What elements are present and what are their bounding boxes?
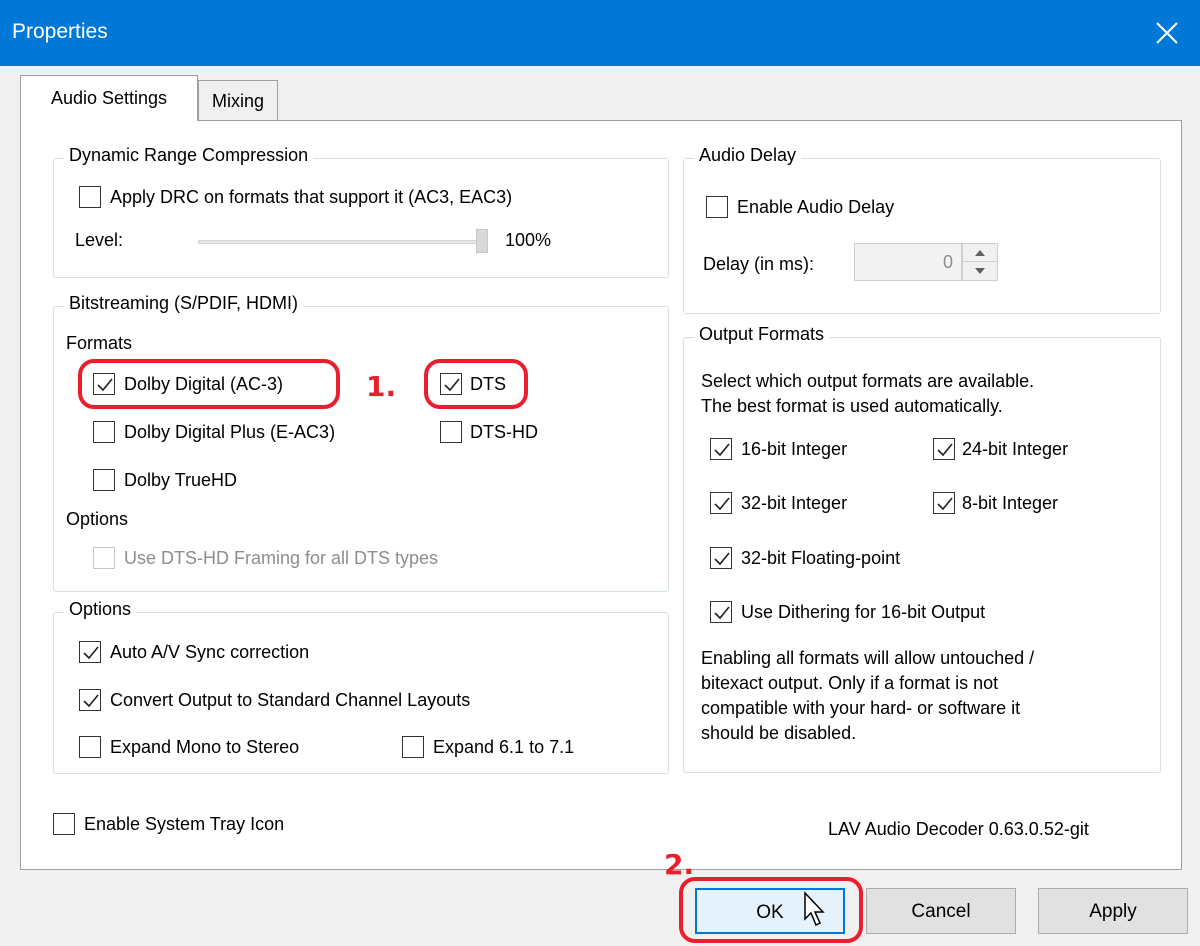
tray-icon-label: Enable System Tray Icon <box>84 814 285 834</box>
level-slider-thumb[interactable] <box>476 229 488 253</box>
chevron-down-icon <box>975 268 985 274</box>
checkmark-icon <box>714 443 730 457</box>
checkmark-icon <box>714 606 730 620</box>
8bit-label: 8-bit Integer <box>962 493 1059 513</box>
checkmark-icon <box>937 443 953 457</box>
convert-layout-checkbox[interactable] <box>79 689 101 711</box>
checkmark-icon <box>937 497 953 511</box>
dithering-label: Use Dithering for 16-bit Output <box>741 602 986 622</box>
dtshd-label: DTS-HD <box>470 422 538 442</box>
truehd-label: Dolby TrueHD <box>124 470 238 490</box>
delay-spinner[interactable] <box>962 243 998 281</box>
expand-61-label: Expand 6.1 to 7.1 <box>433 737 575 757</box>
delay-input[interactable]: 0 <box>854 243 962 281</box>
convert-layout-label: Convert Output to Standard Channel Layou… <box>110 690 471 710</box>
bitstreaming-legend: Bitstreaming (S/PDIF, HDMI) <box>64 293 304 314</box>
8bit-checkbox[interactable] <box>933 492 955 514</box>
bitstreaming-options-label: Options <box>66 509 129 529</box>
enable-delay-label: Enable Audio Delay <box>737 197 895 217</box>
version-label: LAV Audio Decoder 0.63.0.52-git <box>828 819 1089 839</box>
output-formats-legend: Output Formats <box>694 324 830 345</box>
drc-legend: Dynamic Range Compression <box>64 145 314 166</box>
checkmark-icon <box>83 694 99 708</box>
expand-61-checkbox[interactable] <box>402 736 424 758</box>
annotation-highlight-ok <box>679 877 863 943</box>
tray-icon-checkbox[interactable] <box>53 813 75 835</box>
dithering-checkbox[interactable] <box>710 601 732 623</box>
checkmark-icon <box>714 552 730 566</box>
output-note-line2: bitexact output. Only if a format is not <box>701 673 999 693</box>
level-value: 100% <box>505 230 552 250</box>
expand-mono-label: Expand Mono to Stereo <box>110 737 300 757</box>
level-label: Level: <box>75 230 124 250</box>
24bit-label: 24-bit Integer <box>962 439 1069 459</box>
close-icon <box>1156 22 1178 44</box>
drc-label: Apply DRC on formats that support it (AC… <box>110 187 513 207</box>
enable-delay-checkbox[interactable] <box>706 196 728 218</box>
output-note-line4: should be disabled. <box>701 723 857 743</box>
dtshd-framing-label: Use DTS-HD Framing for all DTS types <box>124 548 439 568</box>
tab-mixing[interactable]: Mixing <box>198 80 278 121</box>
truehd-checkbox[interactable] <box>93 469 115 491</box>
32bit-float-checkbox[interactable] <box>710 547 732 569</box>
eac3-checkbox[interactable] <box>93 421 115 443</box>
drc-checkbox[interactable] <box>79 186 101 208</box>
tab-audio-settings[interactable]: Audio Settings <box>20 75 198 121</box>
drc-group: Dynamic Range Compression <box>53 145 669 278</box>
16bit-checkbox[interactable] <box>710 438 732 460</box>
annotation-highlight-ac3 <box>78 359 340 409</box>
expand-mono-checkbox[interactable] <box>79 736 101 758</box>
window-title: Properties <box>12 20 108 43</box>
24bit-checkbox[interactable] <box>933 438 955 460</box>
spin-up-button[interactable] <box>963 244 997 262</box>
32bit-checkbox[interactable] <box>710 492 732 514</box>
output-note-line3: compatible with your hard- or software i… <box>701 698 1021 718</box>
output-desc-line2: The best format is used automatically. <box>701 396 1003 416</box>
title-bar: Properties <box>0 0 1200 66</box>
cancel-button[interactable]: Cancel <box>866 888 1016 934</box>
annotation-highlight-dts <box>424 359 528 409</box>
dtshd-framing-checkbox <box>93 547 115 569</box>
annotation-step-1: 1. <box>366 370 397 403</box>
av-sync-checkbox[interactable] <box>79 641 101 663</box>
chevron-up-icon <box>975 250 985 256</box>
checkmark-icon <box>83 646 99 660</box>
delay-label: Delay (in ms): <box>703 254 815 274</box>
apply-button[interactable]: Apply <box>1038 888 1188 934</box>
av-sync-label: Auto A/V Sync correction <box>110 642 310 662</box>
audio-delay-group: Audio Delay <box>683 145 1161 314</box>
spin-down-button[interactable] <box>963 262 997 280</box>
audio-delay-legend: Audio Delay <box>694 145 802 166</box>
16bit-label: 16-bit Integer <box>741 439 848 459</box>
output-desc-line1: Select which output formats are availabl… <box>701 371 1035 391</box>
annotation-step-2: 2. <box>664 848 695 881</box>
options-legend: Options <box>64 599 137 620</box>
output-note-line1: Enabling all formats will allow untouche… <box>701 648 1035 668</box>
eac3-label: Dolby Digital Plus (E-AC3) <box>124 422 336 442</box>
checkmark-icon <box>714 497 730 511</box>
32bit-label: 32-bit Integer <box>741 493 848 513</box>
dtshd-checkbox[interactable] <box>440 421 462 443</box>
32bit-float-label: 32-bit Floating-point <box>741 548 901 568</box>
close-button[interactable] <box>1134 0 1200 66</box>
formats-label: Formats <box>66 333 133 353</box>
level-slider-track[interactable] <box>198 240 482 244</box>
